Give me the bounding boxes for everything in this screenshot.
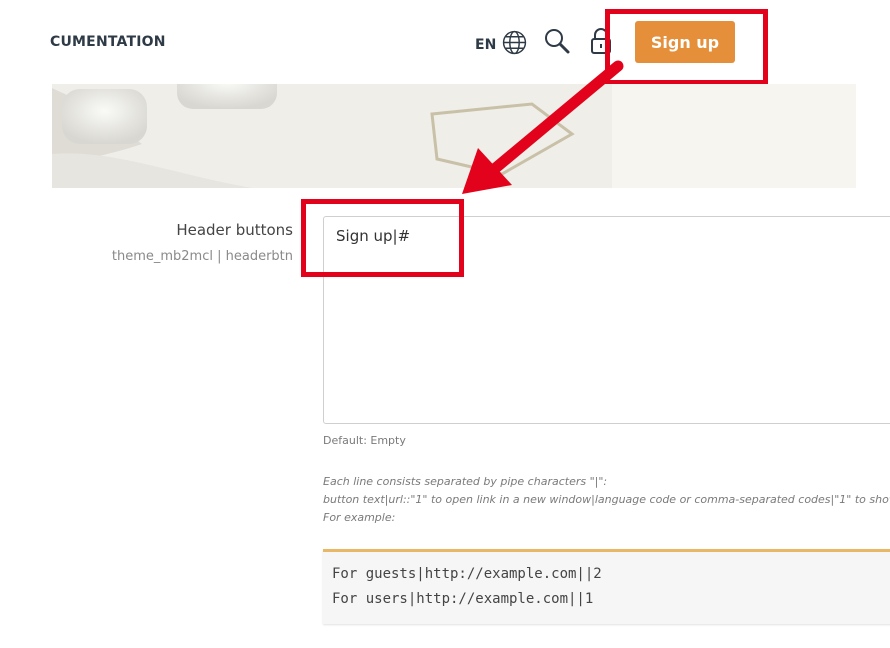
annotation-highlight-signup xyxy=(605,9,768,85)
description-line: Each line consists separated by pipe cha… xyxy=(323,475,608,488)
code-line: For users|http://example.com||1 xyxy=(332,591,594,607)
setting-label: Header buttons xyxy=(176,221,293,239)
description-line: For example: xyxy=(323,511,396,524)
setting-description: Each line consists separated by pipe cha… xyxy=(323,473,890,527)
search-button[interactable] xyxy=(543,27,571,60)
setting-key: theme_mb2mcl | headerbtn xyxy=(111,249,293,264)
globe-icon xyxy=(502,30,527,60)
default-value-text: Default: Empty xyxy=(323,434,406,447)
search-icon xyxy=(543,29,571,59)
description-line: button text|url::"1" to open link in a n… xyxy=(323,493,890,506)
code-line: For guests|http://example.com||2 xyxy=(332,566,602,582)
language-selector[interactable]: EN xyxy=(475,30,527,60)
hero-banner xyxy=(52,84,856,188)
language-label: EN xyxy=(475,37,497,53)
example-code-block: For guests|http://example.com||2 For use… xyxy=(323,549,890,624)
page-title: CUMENTATION xyxy=(50,34,166,50)
annotation-highlight-textarea xyxy=(301,199,464,277)
